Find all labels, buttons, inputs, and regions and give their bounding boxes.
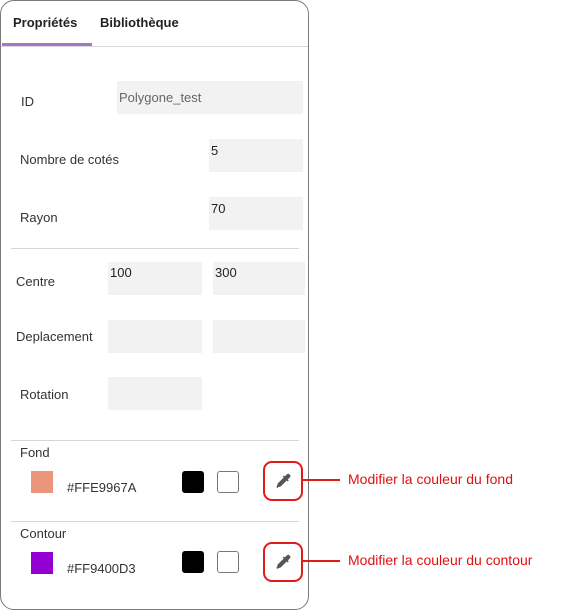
center-x-input[interactable] xyxy=(108,262,202,295)
fill-annotation-connector xyxy=(302,479,340,481)
radius-input[interactable] xyxy=(209,197,303,230)
center-label: Centre xyxy=(16,274,56,289)
properties-panel: Propriétés Bibliothèque ID Nombre de cot… xyxy=(0,0,309,610)
tab-library[interactable]: Bibliothèque xyxy=(100,15,179,30)
stroke-label: Contour xyxy=(20,526,67,541)
fill-white-preset[interactable] xyxy=(217,471,239,493)
rotation-input[interactable] xyxy=(108,377,202,410)
displacement-y-input[interactable] xyxy=(213,320,305,353)
rotation-label: Rotation xyxy=(20,387,69,402)
fill-label: Fond xyxy=(20,445,50,460)
id-input[interactable] xyxy=(117,81,303,114)
id-label: ID xyxy=(21,94,34,109)
stroke-color-picker-button[interactable] xyxy=(263,542,303,582)
tab-bar: Propriétés Bibliothèque xyxy=(1,1,308,47)
stroke-hex-value: #FF9400D3 xyxy=(67,561,136,576)
stroke-annotation: Modifier la couleur du contour xyxy=(348,552,533,568)
tab-properties[interactable]: Propriétés xyxy=(13,15,77,30)
fill-annotation: Modifier la couleur du fond xyxy=(348,471,513,487)
sides-label: Nombre de cotés xyxy=(20,152,119,167)
section-divider xyxy=(11,521,299,522)
radius-label: Rayon xyxy=(20,210,58,225)
displacement-label: Deplacement xyxy=(16,329,93,344)
center-y-input[interactable] xyxy=(213,262,305,295)
stroke-black-preset[interactable] xyxy=(182,551,204,573)
fill-black-preset[interactable] xyxy=(182,471,204,493)
fill-color-swatch xyxy=(31,471,53,493)
stroke-white-preset[interactable] xyxy=(217,551,239,573)
fill-color-picker-button[interactable] xyxy=(263,461,303,501)
sides-input[interactable] xyxy=(209,139,303,172)
displacement-x-input[interactable] xyxy=(108,320,202,353)
section-divider xyxy=(11,440,299,441)
stroke-annotation-connector xyxy=(302,560,340,562)
fill-hex-value: #FFE9967A xyxy=(67,480,137,495)
eyedropper-icon xyxy=(276,554,291,569)
tab-divider xyxy=(1,46,308,47)
eyedropper-icon xyxy=(276,473,291,488)
stroke-color-swatch xyxy=(31,552,53,574)
section-divider xyxy=(11,248,299,249)
